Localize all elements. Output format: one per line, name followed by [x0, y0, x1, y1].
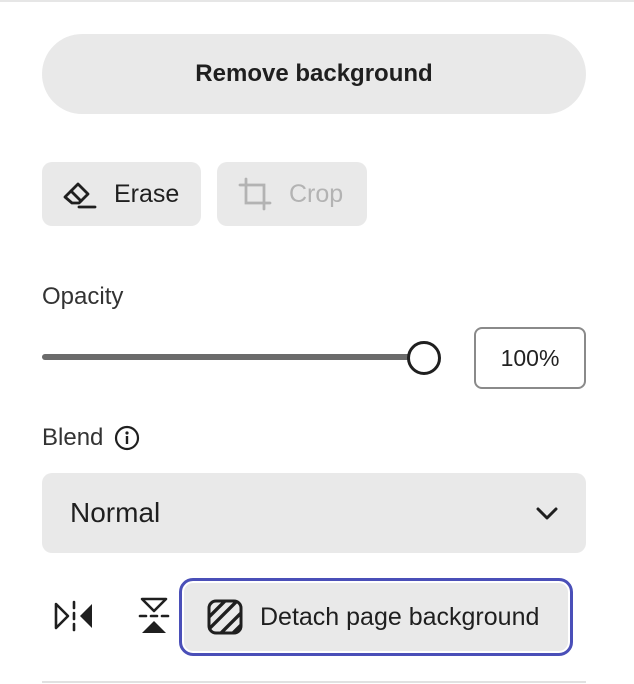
crop-icon — [237, 176, 273, 212]
bottom-divider — [42, 681, 586, 683]
crop-label: Crop — [289, 179, 344, 208]
top-divider — [0, 0, 634, 2]
blend-mode-dropdown[interactable]: Normal — [42, 473, 586, 553]
detach-label: Detach page background — [260, 602, 540, 631]
blend-selected-value: Normal — [70, 497, 161, 528]
detach-page-background-button[interactable]: Detach page background — [179, 578, 573, 656]
info-icon[interactable] — [114, 425, 140, 451]
eraser-icon — [62, 176, 98, 212]
chevron-down-icon — [534, 501, 560, 527]
flip-vertical-icon[interactable] — [132, 596, 176, 636]
remove-background-button[interactable]: Remove background — [42, 34, 586, 114]
erase-button[interactable]: Erase — [42, 162, 201, 226]
hatch-icon — [206, 598, 244, 636]
opacity-slider-fill — [42, 354, 424, 360]
blend-label: Blend — [42, 424, 104, 451]
flip-horizontal-icon[interactable] — [52, 596, 96, 636]
opacity-value-field[interactable]: 100% — [474, 327, 586, 389]
opacity-slider-thumb[interactable] — [407, 341, 441, 375]
erase-label: Erase — [114, 179, 180, 208]
crop-button[interactable]: Crop — [217, 162, 367, 226]
opacity-slider-track[interactable] — [42, 354, 424, 360]
opacity-label: Opacity — [42, 283, 124, 310]
